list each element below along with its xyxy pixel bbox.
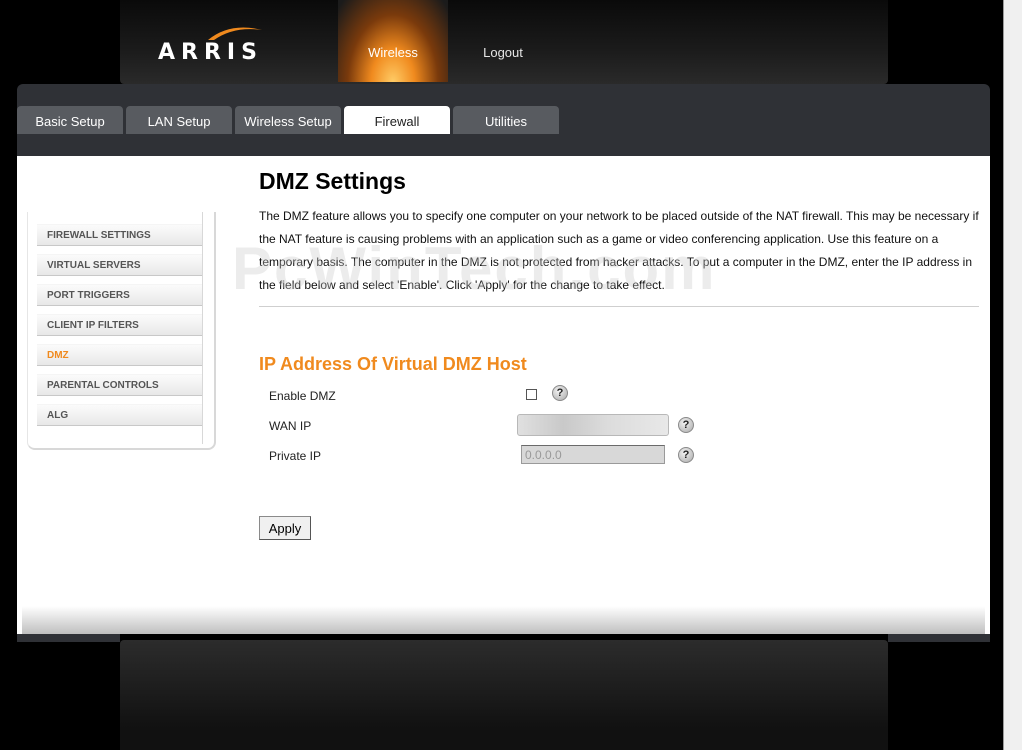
section-title: IP Address Of Virtual DMZ Host (259, 354, 527, 374)
header-bar: ARRIS Wireless Logout (120, 0, 888, 84)
watermark: PcWinTech.com (232, 235, 717, 302)
side-menu: FIREWALL SETTINGS VIRTUAL SERVERS PORT T… (27, 212, 216, 450)
enable-dmz-checkbox[interactable] (526, 389, 537, 400)
divider (259, 306, 979, 307)
side-item-virtual-servers[interactable]: VIRTUAL SERVERS (37, 254, 202, 276)
tab-wireless-setup[interactable]: Wireless Setup (235, 106, 341, 134)
logo-text: ARRIS (158, 40, 263, 65)
wan-ip-field (517, 414, 669, 436)
side-menu-divider (202, 212, 203, 444)
question-circle-icon[interactable]: ? (552, 385, 568, 401)
private-ip-label: Private IP (269, 449, 322, 463)
footer-strip-right (888, 634, 990, 642)
tab-basic-setup[interactable]: Basic Setup (17, 106, 123, 134)
wan-ip-label: WAN IP (269, 419, 312, 433)
tab-lan-setup[interactable]: LAN Setup (126, 106, 232, 134)
question-circle-icon[interactable]: ? (678, 447, 694, 463)
side-item-alg[interactable]: ALG (37, 404, 202, 426)
enable-dmz-label: Enable DMZ (269, 389, 336, 403)
content-bottom-bar (22, 606, 985, 634)
side-item-client-ip-filters[interactable]: CLIENT IP FILTERS (37, 314, 202, 336)
page-title: DMZ Settings (259, 168, 406, 194)
tab-utilities[interactable]: Utilities (453, 106, 559, 134)
side-item-firewall-settings[interactable]: FIREWALL SETTINGS (37, 224, 202, 246)
tab-bar: Basic Setup LAN Setup Wireless Setup Fir… (17, 84, 990, 156)
side-item-port-triggers[interactable]: PORT TRIGGERS (37, 284, 202, 306)
side-item-dmz[interactable]: DMZ (37, 344, 202, 366)
apply-button[interactable]: Apply (259, 516, 311, 540)
top-nav-logout[interactable]: Logout (448, 0, 558, 82)
question-circle-icon[interactable]: ? (678, 417, 694, 433)
top-nav-wireless[interactable]: Wireless (338, 0, 448, 82)
private-ip-input[interactable] (521, 445, 665, 464)
footer-panel (120, 640, 888, 750)
tab-firewall[interactable]: Firewall (344, 106, 450, 134)
footer-strip-left (17, 634, 120, 642)
window-scrollbar-frame (1003, 0, 1022, 750)
side-item-parental-controls[interactable]: PARENTAL CONTROLS (37, 374, 202, 396)
arris-logo: ARRIS (158, 22, 268, 66)
